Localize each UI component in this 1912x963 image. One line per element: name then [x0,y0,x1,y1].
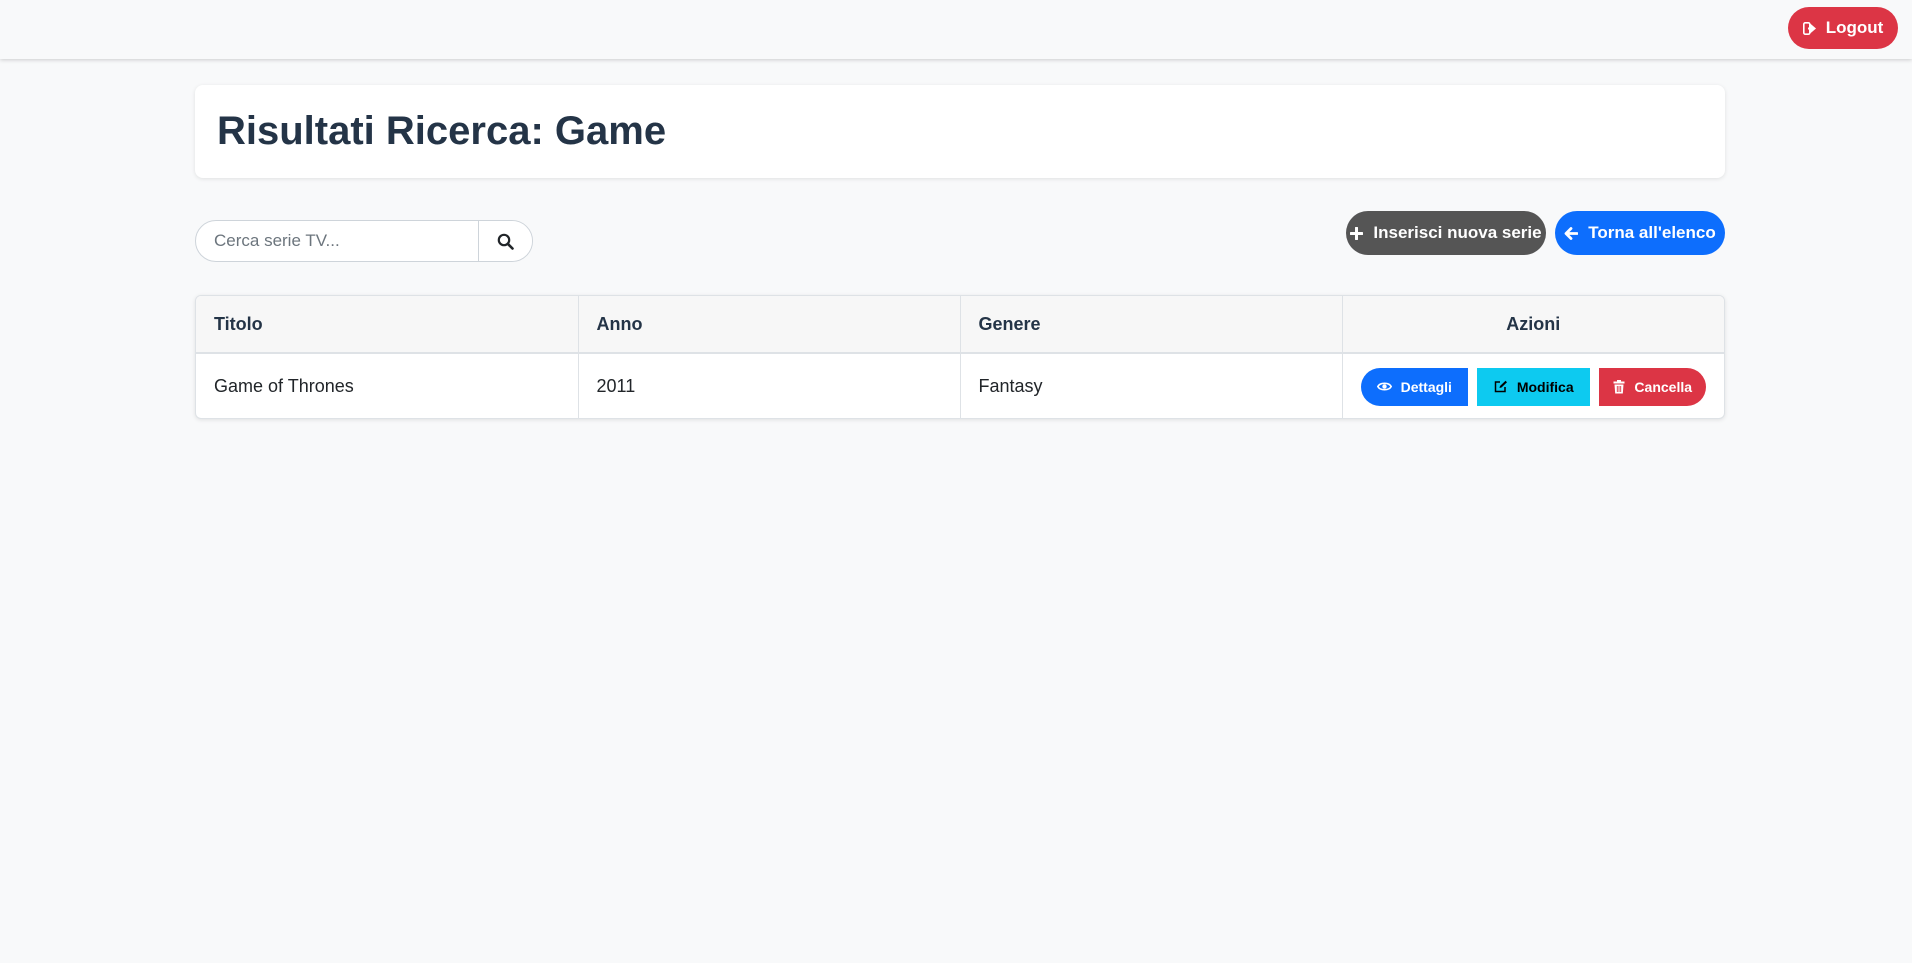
add-series-label: Inserisci nuova serie [1373,223,1542,242]
delete-button[interactable]: Cancella [1599,367,1706,406]
logout-button[interactable]: Logout [1788,7,1898,49]
table-header-row: Titolo Anno Genere Azioni [196,296,1724,354]
search-group [195,220,533,262]
delete-label: Cancella [1634,378,1693,395]
cell-actions: Dettagli Modifica Cancella [1342,353,1724,418]
table-row: Game of Thrones 2011 Fantasy Dettagli Mo… [196,353,1724,418]
column-header-azioni: Azioni [1342,296,1724,354]
column-header-genere: Genere [960,296,1343,354]
details-button[interactable]: Dettagli [1360,367,1469,406]
edit-button[interactable]: Modifica [1477,367,1591,406]
back-to-list-label: Torna all'elenco [1588,223,1716,242]
title-card: Risultati Ricerca: Game [195,85,1725,178]
search-input[interactable] [196,221,478,261]
row-actions: Dettagli Modifica Cancella [1360,367,1706,406]
eye-icon [1376,382,1392,391]
sign-out-icon [1802,21,1816,35]
edit-label: Modifica [1516,378,1574,395]
back-to-list-button[interactable]: Torna all'elenco [1555,211,1725,255]
navbar: Logout [0,0,1912,59]
results-table-card: Titolo Anno Genere Azioni Game of Throne… [195,295,1725,419]
column-header-anno: Anno [578,296,961,354]
column-header-titolo: Titolo [196,296,579,354]
search-icon [497,233,514,250]
arrow-left-icon [1564,226,1579,240]
logout-label: Logout [1825,18,1884,37]
cell-anno: 2011 [578,353,961,418]
details-label: Dettagli [1400,378,1452,395]
cell-genere: Fantasy [960,353,1343,418]
page-title: Risultati Ricerca: Game [217,109,667,153]
trash-icon [1613,379,1625,393]
add-series-button[interactable]: Inserisci nuova serie [1346,211,1546,255]
plus-icon [1350,226,1364,240]
edit-icon [1494,380,1507,393]
results-table: Titolo Anno Genere Azioni Game of Throne… [196,296,1724,418]
cell-titolo: Game of Thrones [196,353,579,418]
search-button[interactable] [478,221,532,261]
